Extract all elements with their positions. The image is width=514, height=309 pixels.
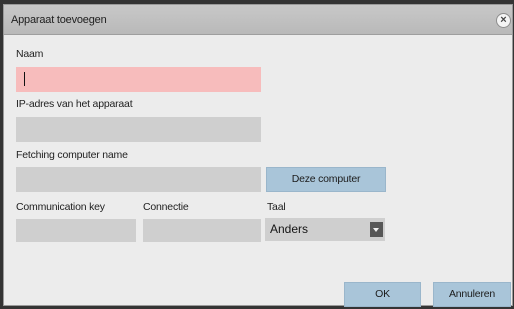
ok-button[interactable]: OK (344, 282, 421, 307)
name-input[interactable] (16, 67, 261, 92)
communication-key-input[interactable] (16, 219, 136, 242)
this-computer-button[interactable]: Deze computer (266, 167, 386, 192)
chevron-down-icon[interactable] (370, 222, 383, 237)
add-device-dialog: Apparaat toevoegen × Naam IP-adres van h… (3, 4, 513, 306)
computer-name-label: Fetching computer name (16, 149, 128, 161)
title-bar: Apparaat toevoegen × (4, 5, 512, 35)
ip-address-input[interactable] (16, 117, 261, 142)
language-selected-value: Anders (270, 222, 309, 236)
connection-label: Connectie (143, 201, 189, 213)
communication-key-label: Communication key (16, 201, 105, 213)
language-select[interactable]: Anders (265, 218, 385, 241)
language-label: Taal (267, 201, 286, 213)
name-label: Naam (16, 48, 44, 60)
cancel-button[interactable]: Annuleren (433, 282, 511, 307)
connection-input[interactable] (143, 219, 261, 242)
computer-name-input[interactable] (16, 167, 261, 192)
close-icon[interactable]: × (496, 13, 511, 28)
dialog-title: Apparaat toevoegen (11, 14, 107, 26)
ip-address-label: IP-adres van het apparaat (16, 98, 133, 110)
text-caret (24, 72, 25, 86)
app-background: Apparaat toevoegen × Naam IP-adres van h… (0, 0, 514, 309)
